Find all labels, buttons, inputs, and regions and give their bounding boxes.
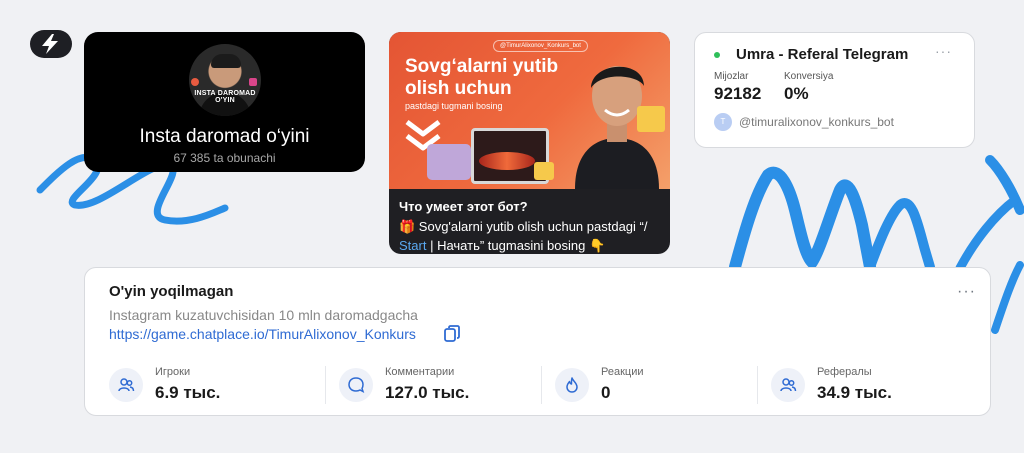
decor-dot-icon — [191, 78, 199, 86]
stat-value: 0 — [601, 383, 611, 402]
game-stats: Игроки 6.9 тыс. Комментарии 127.0 тыс. Р… — [109, 366, 976, 406]
stat-value: 127.0 тыс. — [385, 383, 470, 402]
comment-icon — [339, 368, 373, 402]
referral-campaign-card[interactable]: Umra - Referal Telegram ··· Mijozlar 921… — [694, 32, 975, 148]
phones-image — [427, 144, 471, 180]
gift-box-icon — [637, 106, 665, 132]
start-command-link[interactable]: Start — [399, 238, 426, 253]
instagram-icon — [249, 78, 257, 86]
telegram-bot-card[interactable]: @TimurAlixonov_Konkurs_bot Sovg‘alarni y… — [389, 32, 670, 254]
more-options-button[interactable]: ··· — [957, 283, 976, 301]
bot-question: Что умеет этот бот? — [399, 199, 528, 214]
game-subtitle: Instagram kuzatuvchisidan 10 mln daromad… — [109, 307, 418, 323]
profile-title: Insta daromad o‘yini — [139, 126, 310, 147]
banner-caption: pastdagi tugmani bosing — [405, 101, 503, 111]
bot-handle: @timuralixonov_konkurs_bot — [739, 115, 894, 129]
avatar-caption: INSTA DAROMAD O'YIN — [194, 90, 256, 104]
status-dot — [714, 52, 720, 58]
bot-banner-image: @TimurAlixonov_Konkurs_bot Sovg‘alarni y… — [389, 32, 670, 189]
divider — [757, 366, 758, 404]
clients-value: 92182 — [714, 84, 762, 103]
followers-count: 67 385 ta obunachi — [84, 151, 365, 165]
followers-number: 67 385 — [173, 151, 211, 165]
copy-icon[interactable] — [444, 325, 460, 343]
stat-value: 34.9 тыс. — [817, 383, 892, 402]
game-link[interactable]: https://game.chatplace.io/TimurAlixonov_… — [109, 326, 416, 342]
flame-icon — [555, 368, 589, 402]
campaign-title: Umra - Referal Telegram — [736, 46, 909, 63]
game-card[interactable]: O'yin yoqilmagan ··· Instagram kuzatuvch… — [84, 267, 991, 416]
referrals-icon — [771, 368, 805, 402]
stat-value: 6.9 тыс. — [155, 383, 221, 402]
more-options-button[interactable]: ··· — [935, 43, 952, 59]
banner-headline: Sovg‘alarni yutib olish uchun — [405, 56, 559, 99]
users-icon — [109, 368, 143, 402]
stat-label: Рефералы — [817, 366, 872, 378]
bot-description: 🎁 Sovg'alarni yutib olish uchun pastdagi… — [399, 217, 665, 254]
divider — [325, 366, 326, 404]
gift-icon — [534, 162, 554, 180]
instagram-profile-card[interactable]: INSTA DAROMAD O'YIN Insta daromad o‘yini… — [84, 32, 365, 172]
profile-avatar: INSTA DAROMAD O'YIN — [189, 44, 261, 116]
conversion-value: 0% — [784, 84, 809, 103]
stat-label: Игроки — [155, 366, 191, 378]
desc-text-1: 🎁 Sovg'alarni yutib olish uchun pastdagi… — [399, 219, 648, 234]
brand-logo-icon — [30, 30, 72, 58]
followers-label: ta obunachi — [213, 151, 276, 165]
clients-label: Mijozlar — [714, 71, 749, 82]
divider — [541, 366, 542, 404]
conversion-label: Konversiya — [784, 71, 834, 82]
stat-label: Комментарии — [385, 366, 455, 378]
stat-label: Реакции — [601, 366, 644, 378]
bot-avatar: T — [714, 113, 732, 131]
game-status-title: O'yin yoqilmagan — [109, 283, 234, 300]
desc-text-2: | Начать” tugmasini bosing 👇 — [426, 238, 606, 253]
